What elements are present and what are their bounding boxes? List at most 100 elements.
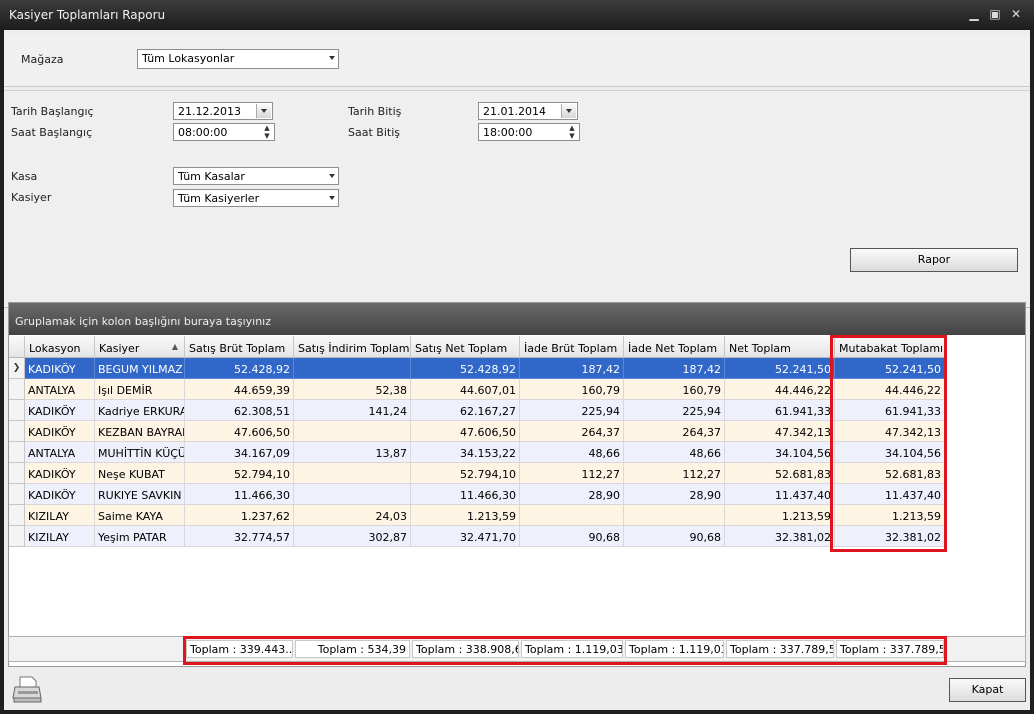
col-satis-brut-cell[interactable]: 47.606,50 xyxy=(185,421,294,442)
col-satis-net-cell[interactable]: 32.471,70 xyxy=(411,526,520,547)
calendar-dropdown-button[interactable] xyxy=(561,104,576,118)
spin-arrows-icon[interactable]: ▲ ▼ xyxy=(566,124,578,140)
chevron-down-icon[interactable] xyxy=(329,174,335,178)
col-lokasyon-cell[interactable]: KADIKÖY xyxy=(25,358,95,379)
col-satis-net-cell[interactable]: 1.213,59 xyxy=(411,505,520,526)
table-row[interactable]: KADIKÖYKadriye ERKURAN62.308,51141,2462.… xyxy=(9,400,949,421)
col-satis-brut-cell[interactable]: 52.794,10 xyxy=(185,463,294,484)
col-net-toplam-cell[interactable]: 11.437,40 xyxy=(725,484,835,505)
col-satis-brut-cell[interactable]: 34.167,09 xyxy=(185,442,294,463)
col-satis-net-cell[interactable]: 11.466,30 xyxy=(411,484,520,505)
col-satis-indirim-cell[interactable] xyxy=(294,463,411,484)
col-kasiyer-cell[interactable]: Kadriye ERKURAN xyxy=(95,400,185,421)
rapor-button[interactable]: Rapor xyxy=(850,248,1018,272)
col-satis-net-cell[interactable]: 47.606,50 xyxy=(411,421,520,442)
col-satis-brut-header[interactable]: Satış Brüt Toplam xyxy=(185,336,294,358)
col-satis-indirim-cell[interactable]: 52,38 xyxy=(294,379,411,400)
col-iade-net-cell[interactable]: 48,66 xyxy=(624,442,725,463)
row-indicator[interactable] xyxy=(9,484,25,505)
col-kasiyer-cell[interactable]: BEGUM YILMAZ xyxy=(95,358,185,379)
col-satis-indirim-cell[interactable] xyxy=(294,484,411,505)
row-indicator[interactable] xyxy=(9,400,25,421)
kasiyer-combo[interactable]: Tüm Kasiyerler xyxy=(173,189,339,207)
col-satis-net-cell[interactable]: 34.153,22 xyxy=(411,442,520,463)
col-iade-net-cell[interactable]: 225,94 xyxy=(624,400,725,421)
col-net-toplam-cell[interactable]: 32.381,02 xyxy=(725,526,835,547)
table-row[interactable]: KADIKÖY KEZBAN BAYRAM 47.606,50 47.606,50 26… xyxy=(9,421,949,442)
magaza-combo[interactable]: Tüm Lokasyonlar xyxy=(137,49,339,69)
col-iade-net-cell[interactable]: 187,42 xyxy=(624,358,725,379)
col-satis-indirim-cell[interactable]: 24,03 xyxy=(294,505,411,526)
printer-icon[interactable] xyxy=(12,674,44,704)
col-lokasyon-cell[interactable]: KADIKÖY xyxy=(25,463,95,484)
col-satis-indirim-cell[interactable] xyxy=(294,421,411,442)
col-iade-net-cell[interactable]: 90,68 xyxy=(624,526,725,547)
col-lokasyon-cell[interactable]: KADIKÖY xyxy=(25,484,95,505)
col-satis-indirim-cell[interactable]: 13,87 xyxy=(294,442,411,463)
col-iade-net-cell[interactable]: 112,27 xyxy=(624,463,725,484)
col-net-toplam-cell[interactable]: 61.941,33 xyxy=(725,400,835,421)
col-satis-indirim-cell[interactable] xyxy=(294,358,411,379)
col-lokasyon-cell[interactable]: KIZILAY xyxy=(25,526,95,547)
col-lokasyon-cell[interactable]: KIZILAY xyxy=(25,505,95,526)
col-kasiyer-header[interactable]: Kasiyer ▲ xyxy=(95,336,185,358)
col-satis-brut-cell[interactable]: 11.466,30 xyxy=(185,484,294,505)
row-indicator-arrow-icon[interactable]: ❯ xyxy=(9,358,25,379)
col-iade-brut-cell[interactable]: 112,27 xyxy=(520,463,624,484)
col-kasiyer-cell[interactable]: Saime KAYA xyxy=(95,505,185,526)
col-iade-net-cell[interactable]: 28,90 xyxy=(624,484,725,505)
col-iade-brut-cell[interactable] xyxy=(520,505,624,526)
col-satis-indirim-cell[interactable]: 141,24 xyxy=(294,400,411,421)
col-satis-brut-cell[interactable]: 44.659,39 xyxy=(185,379,294,400)
col-iade-net-cell[interactable]: 264,37 xyxy=(624,421,725,442)
tarih-baslangic-picker[interactable]: 21.12.2013 xyxy=(173,102,273,120)
col-net-toplam-header[interactable]: Net Toplam xyxy=(725,336,835,358)
col-lokasyon-cell[interactable]: ANTALYA xyxy=(25,442,95,463)
table-row[interactable]: KADIKÖY Neşe KUBAT 52.794,10 52.794,10 112,2… xyxy=(9,463,949,484)
row-indicator[interactable] xyxy=(9,421,25,442)
col-satis-net-cell[interactable]: 52.794,10 xyxy=(411,463,520,484)
col-net-toplam-cell[interactable]: 44.446,22 xyxy=(725,379,835,400)
col-iade-brut-cell[interactable]: 225,94 xyxy=(520,400,624,421)
close-icon[interactable]: ✕ xyxy=(1008,6,1024,22)
col-satis-net-cell[interactable]: 52.428,92 xyxy=(411,358,520,379)
col-kasiyer-cell[interactable]: KEZBAN BAYRAM xyxy=(95,421,185,442)
col-iade-brut-cell[interactable]: 160,79 xyxy=(520,379,624,400)
col-lokasyon-cell[interactable]: ANTALYA xyxy=(25,379,95,400)
col-kasiyer-cell[interactable]: MUHİTTİN KÜÇÜK xyxy=(95,442,185,463)
col-lokasyon-cell[interactable]: KADIKÖY xyxy=(25,400,95,421)
col-lokasyon-header[interactable]: Lokasyon xyxy=(25,336,95,358)
row-indicator[interactable] xyxy=(9,463,25,484)
col-iade-brut-cell[interactable]: 187,42 xyxy=(520,358,624,379)
table-row[interactable]: KIZILAY Saime KAYA 1.237,62 24,03 1.213,59 1.… xyxy=(9,505,949,526)
col-satis-indirim-header[interactable]: Satış İndirim Toplam xyxy=(294,336,411,358)
col-iade-brut-cell[interactable]: 28,90 xyxy=(520,484,624,505)
tarih-bitis-picker[interactable]: 21.01.2014 xyxy=(478,102,578,120)
col-iade-net-cell[interactable]: 160,79 xyxy=(624,379,725,400)
row-indicator[interactable] xyxy=(9,526,25,547)
col-satis-brut-cell[interactable]: 32.774,57 xyxy=(185,526,294,547)
col-satis-net-cell[interactable]: 44.607,01 xyxy=(411,379,520,400)
col-kasiyer-cell[interactable]: Işıl DEMİR xyxy=(95,379,185,400)
maximize-icon[interactable]: ▣ xyxy=(987,6,1003,22)
saat-baslangic-spinner[interactable]: 08:00:00 ▲ ▼ xyxy=(173,123,275,141)
row-indicator[interactable] xyxy=(9,379,25,400)
col-iade-net-cell[interactable] xyxy=(624,505,725,526)
col-satis-net-header[interactable]: Satış Net Toplam xyxy=(411,336,520,358)
chevron-down-icon[interactable] xyxy=(329,196,335,200)
minimize-icon[interactable]: ▁ xyxy=(966,6,982,22)
spin-arrows-icon[interactable]: ▲ ▼ xyxy=(261,124,273,140)
col-net-toplam-cell[interactable]: 34.104,56 xyxy=(725,442,835,463)
saat-bitis-spinner[interactable]: 18:00:00 ▲ ▼ xyxy=(478,123,580,141)
col-iade-net-header[interactable]: İade Net Toplam xyxy=(624,336,725,358)
col-iade-brut-header[interactable]: İade Brüt Toplam xyxy=(520,336,624,358)
col-satis-brut-cell[interactable]: 62.308,51 xyxy=(185,400,294,421)
col-kasiyer-cell[interactable]: Yeşim PATAR xyxy=(95,526,185,547)
col-net-toplam-cell[interactable]: 47.342,13 xyxy=(725,421,835,442)
table-row[interactable]: KADIKÖY RUKIYE SAVKIN 11.466,30 11.466,30 28… xyxy=(9,484,949,505)
col-satis-net-cell[interactable]: 62.167,27 xyxy=(411,400,520,421)
col-satis-brut-cell[interactable]: 52.428,92 xyxy=(185,358,294,379)
row-indicator[interactable] xyxy=(9,505,25,526)
col-net-toplam-cell[interactable]: 52.681,83 xyxy=(725,463,835,484)
calendar-dropdown-button[interactable] xyxy=(256,104,271,118)
